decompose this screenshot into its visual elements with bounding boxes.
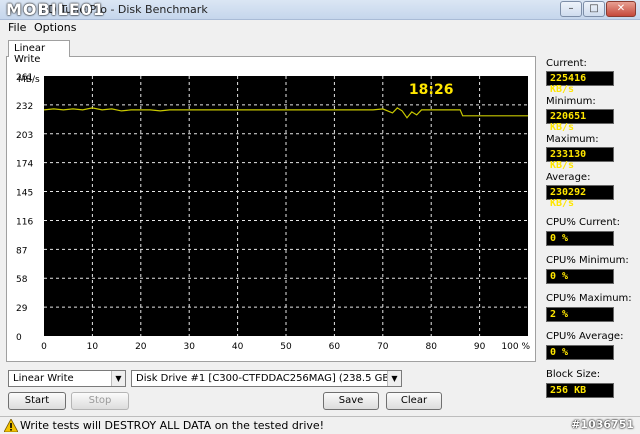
drive-select[interactable]: Disk Drive #1 [C300-CTFDDAC256MAG] (238.… (131, 370, 402, 387)
maximum-label: Maximum: (546, 134, 599, 145)
block-size-label: Block Size: (546, 369, 601, 380)
test-type-select[interactable]: Linear Write ▼ (8, 370, 126, 387)
x-tick-label: 40 (232, 342, 244, 352)
chevron-down-icon: ▼ (111, 371, 125, 386)
menu-options[interactable]: Options (34, 21, 76, 34)
y-tick-label: 232 (16, 102, 33, 112)
cpu-average-label: CPU% Average: (546, 331, 624, 342)
average-value: 230292 KB/s (546, 185, 614, 209)
x-tick-label: 0 (41, 342, 47, 352)
time-readout: 18:26 (409, 82, 454, 98)
y-tick-label: 174 (16, 160, 33, 170)
title-bar: HD Tune Pro - Disk Benchmark MOBILE01 – … (0, 0, 640, 20)
x-tick-label: 70 (377, 342, 389, 352)
minimize-button[interactable]: – (560, 1, 582, 17)
maximum-value: 233130 KB/s (546, 147, 614, 171)
x-tick-label: 60 (329, 342, 341, 352)
y-tick-label: 87 (16, 246, 27, 256)
y-tick-label: 29 (16, 304, 28, 314)
current-value: 225416 KB/s (546, 71, 614, 95)
start-button[interactable]: Start (8, 392, 66, 410)
save-button[interactable]: Save (323, 392, 379, 410)
y-tick-label: 145 (16, 189, 33, 199)
drive-value: Disk Drive #1 [C300-CTFDDAC256MAG] (238.… (136, 373, 394, 384)
cpu-maximum-label: CPU% Maximum: (546, 293, 632, 304)
benchmark-chart: 261 232 203 174 145 116 87 58 29 0 0 10 20 30 40 50 60 70… (12, 64, 532, 356)
warning-icon (4, 419, 18, 432)
x-tick-label: 50 (280, 342, 292, 352)
x-tick-label: 20 (135, 342, 147, 352)
cpu-minimum-value: 0 % (546, 269, 614, 284)
cpu-average-value: 0 % (546, 345, 614, 360)
average-label: Average: (546, 172, 591, 183)
x-tick-label: 10 (87, 342, 99, 352)
block-size-value: 256 KB (546, 383, 614, 398)
stop-button[interactable]: Stop (71, 392, 129, 410)
y-tick-label: 58 (16, 275, 28, 285)
minimum-label: Minimum: (546, 96, 596, 107)
clear-button[interactable]: Clear (386, 392, 442, 410)
corner-watermark: #1036751 (571, 418, 634, 431)
maximize-button[interactable]: □ (583, 1, 605, 17)
cpu-minimum-label: CPU% Minimum: (546, 255, 629, 266)
y-tick-label: 116 (16, 217, 33, 227)
watermark-logo: MOBILE01 (6, 0, 106, 19)
x-tick-label: 30 (183, 342, 195, 352)
y-tick-label: 203 (16, 131, 33, 141)
cpu-maximum-value: 2 % (546, 307, 614, 322)
chevron-down-icon: ▼ (387, 371, 401, 386)
cpu-current-value: 0 % (546, 231, 614, 246)
menu-bar: File Options (0, 20, 640, 36)
unit-label: MB/s (18, 75, 40, 85)
x-tick-label: 100 % (501, 342, 530, 352)
chart-svg: 26123220317414511687582900 10 20 30 40 50 60 70… (16, 73, 530, 352)
y-tick-label: 0 (16, 333, 22, 343)
current-label: Current: (546, 58, 587, 69)
x-tick-label: 80 (425, 342, 437, 352)
cpu-current-label: CPU% Current: (546, 217, 620, 228)
close-button[interactable]: ✕ (606, 1, 636, 17)
test-type-value: Linear Write (13, 373, 74, 384)
menu-file[interactable]: File (8, 21, 26, 34)
status-bar: Write tests will DESTROY ALL DATA on the… (0, 416, 640, 434)
minimum-value: 220651 KB/s (546, 109, 614, 133)
x-tick-label: 90 (474, 342, 486, 352)
status-message: Write tests will DESTROY ALL DATA on the… (20, 419, 325, 432)
tab-linear-write[interactable]: Linear Write (8, 40, 70, 65)
